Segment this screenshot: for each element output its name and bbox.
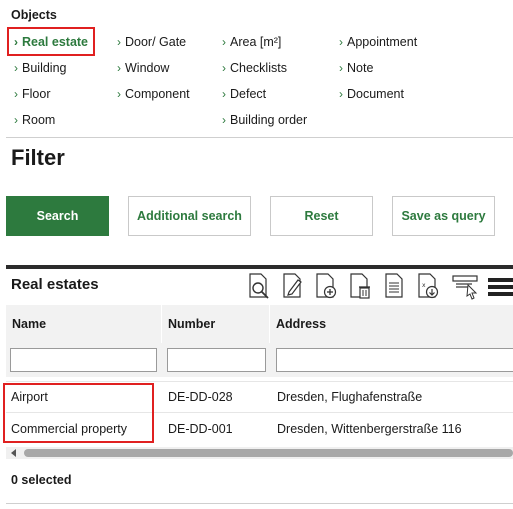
chevron-right-icon: › <box>117 61 121 75</box>
scroll-left-arrow-icon[interactable] <box>8 447 20 459</box>
object-link-label: Window <box>125 61 170 75</box>
additional-search-button[interactable]: Additional search <box>128 196 251 236</box>
object-link-appointment[interactable]: › Appointment <box>339 35 417 49</box>
chevron-right-icon: › <box>339 61 343 75</box>
object-link-building-order[interactable]: › Building order <box>222 113 307 127</box>
chevron-right-icon: › <box>222 61 226 75</box>
object-link-defect[interactable]: › Defect <box>222 87 266 101</box>
object-link-label: Area [m²] <box>230 35 282 49</box>
row-number-cell: DE-DD-001 <box>168 422 233 436</box>
object-link-note[interactable]: › Note <box>339 61 373 75</box>
save-as-query-button[interactable]: Save as query <box>392 196 495 236</box>
object-link-label: Appointment <box>347 35 418 49</box>
object-link-checklists[interactable]: › Checklists <box>222 61 287 75</box>
filter-heading: Filter <box>11 145 65 170</box>
number-filter-input[interactable] <box>167 348 266 372</box>
chevron-right-icon: › <box>14 87 18 101</box>
object-link-document[interactable]: › Document <box>339 87 404 101</box>
filter-settings-icon[interactable] <box>452 272 478 300</box>
object-link-room[interactable]: › Room <box>14 113 55 127</box>
object-link-building[interactable]: › Building <box>14 61 66 75</box>
svg-text:x: x <box>422 282 426 289</box>
text-document-icon[interactable] <box>381 272 407 300</box>
scrollbar-thumb[interactable] <box>24 449 513 457</box>
object-link-window[interactable]: › Window <box>117 61 169 75</box>
object-link-label: Building order <box>230 113 308 127</box>
selected-count: 0 selected <box>11 473 72 487</box>
row-address-cell: Dresden, Flughafenstraße <box>277 390 423 404</box>
object-link-label: Component <box>125 87 190 101</box>
column-header-name[interactable]: Name <box>6 305 161 343</box>
address-filter-input[interactable] <box>276 348 513 372</box>
divider <box>6 503 513 504</box>
add-document-icon[interactable] <box>313 272 339 300</box>
chevron-right-icon: › <box>222 35 226 49</box>
chevron-right-icon: › <box>339 87 343 101</box>
object-link-label: Defect <box>230 87 267 101</box>
menu-icon[interactable] <box>487 272 513 300</box>
grid-title: Real estates <box>11 276 99 293</box>
highlight-frame-names <box>3 383 154 443</box>
object-link-label: Floor <box>22 87 51 101</box>
highlight-frame-real-estate <box>7 27 95 56</box>
object-link-component[interactable]: › Component <box>117 87 190 101</box>
objects-heading: Objects <box>11 8 57 22</box>
object-link-label: Checklists <box>230 61 287 75</box>
object-link-area[interactable]: › Area [m²] <box>222 35 281 49</box>
export-document-icon[interactable]: x <box>415 272 441 300</box>
object-link-label: Document <box>347 87 404 101</box>
chevron-right-icon: › <box>222 87 226 101</box>
row-address-cell: Dresden, Wittenbergerstraße 116 <box>277 422 462 436</box>
name-filter-input[interactable] <box>10 348 157 372</box>
divider <box>6 137 513 138</box>
object-link-door-gate[interactable]: › Door/ Gate <box>117 35 186 49</box>
chevron-right-icon: › <box>14 61 18 75</box>
chevron-right-icon: › <box>117 35 121 49</box>
edit-document-icon[interactable] <box>280 272 306 300</box>
grid-top-bar <box>6 265 513 269</box>
object-link-floor[interactable]: › Floor <box>14 87 50 101</box>
reset-button[interactable]: Reset <box>270 196 373 236</box>
column-header-number[interactable]: Number <box>162 305 269 343</box>
chevron-right-icon: › <box>222 113 226 127</box>
row-number-cell: DE-DD-028 <box>168 390 233 404</box>
object-link-label: Building <box>22 61 67 75</box>
delete-document-icon[interactable] <box>347 272 373 300</box>
search-button[interactable]: Search <box>6 196 109 236</box>
chevron-right-icon: › <box>14 113 18 127</box>
chevron-right-icon: › <box>339 35 343 49</box>
object-link-label: Door/ Gate <box>125 35 187 49</box>
chevron-right-icon: › <box>117 87 121 101</box>
column-header-address[interactable]: Address <box>270 305 513 343</box>
object-link-label: Room <box>22 113 56 127</box>
preview-document-icon[interactable] <box>246 272 272 300</box>
object-link-label: Note <box>347 61 374 75</box>
